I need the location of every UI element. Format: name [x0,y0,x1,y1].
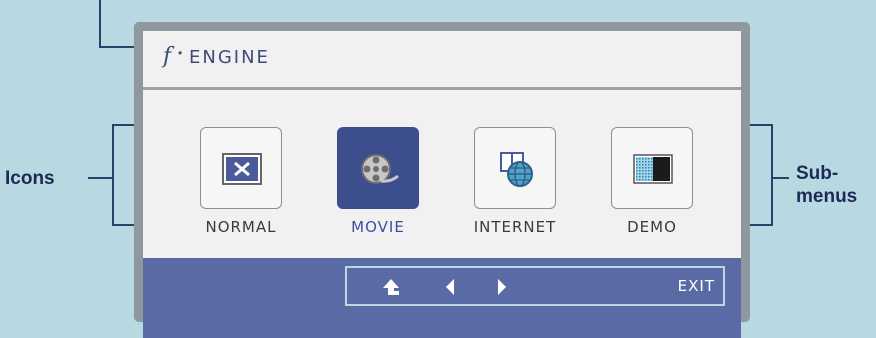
triangle-right-icon[interactable] [495,277,509,302]
mode-internet-label: INTERNET [473,218,557,236]
mode-demo-label: DEMO [627,218,677,236]
annotation-line [99,46,135,48]
globe-window-icon [500,152,533,187]
exit-button[interactable]: EXIT [678,277,715,295]
submenus-annotation-label: Sub- menus [796,162,857,208]
control-key-strip: EXIT [345,266,725,306]
osd-panel: f • ENGINE NORMAL MOVIE INTERNET DEMO EX… [143,31,741,338]
arrow-up-enter-icon[interactable] [381,277,401,302]
annotation-line [112,124,134,126]
annotation-line [112,224,134,226]
icons-annotation-label: Icons [5,168,55,189]
mode-normal[interactable]: NORMAL [191,127,291,236]
f-logo: f [163,44,172,69]
title-separator: • [178,46,183,60]
annotation-line [750,224,772,226]
mode-movie-label: MOVIE [351,218,405,236]
mode-demo-tile[interactable] [611,127,693,209]
mode-internet-tile[interactable] [474,127,556,209]
annotation-line [773,177,789,179]
osd-frame: f • ENGINE NORMAL MOVIE INTERNET DEMO EX… [134,22,750,338]
page-title: ENGINE [189,47,270,68]
mode-normal-tile[interactable] [200,127,282,209]
annotation-line [88,177,112,179]
annotation-line [99,0,101,48]
control-bar: EXIT [143,258,741,338]
film-reel-icon [361,154,399,184]
osd-title-bar: f • ENGINE [143,31,741,90]
triangle-left-icon[interactable] [443,277,457,302]
mode-internet[interactable]: INTERNET [465,127,565,236]
submenus-label-line1: Sub- [796,163,839,184]
mode-movie-tile[interactable] [337,127,419,209]
annotation-line [112,124,114,226]
annotation-line [750,124,772,126]
annotation-line [771,124,773,226]
submenus-label-line2: menus [796,186,858,207]
demo-split-icon [633,154,673,184]
mode-demo[interactable]: DEMO [602,127,702,236]
window-close-icon [222,153,262,185]
mode-movie[interactable]: MOVIE [328,127,428,236]
mode-normal-label: NORMAL [205,218,277,236]
